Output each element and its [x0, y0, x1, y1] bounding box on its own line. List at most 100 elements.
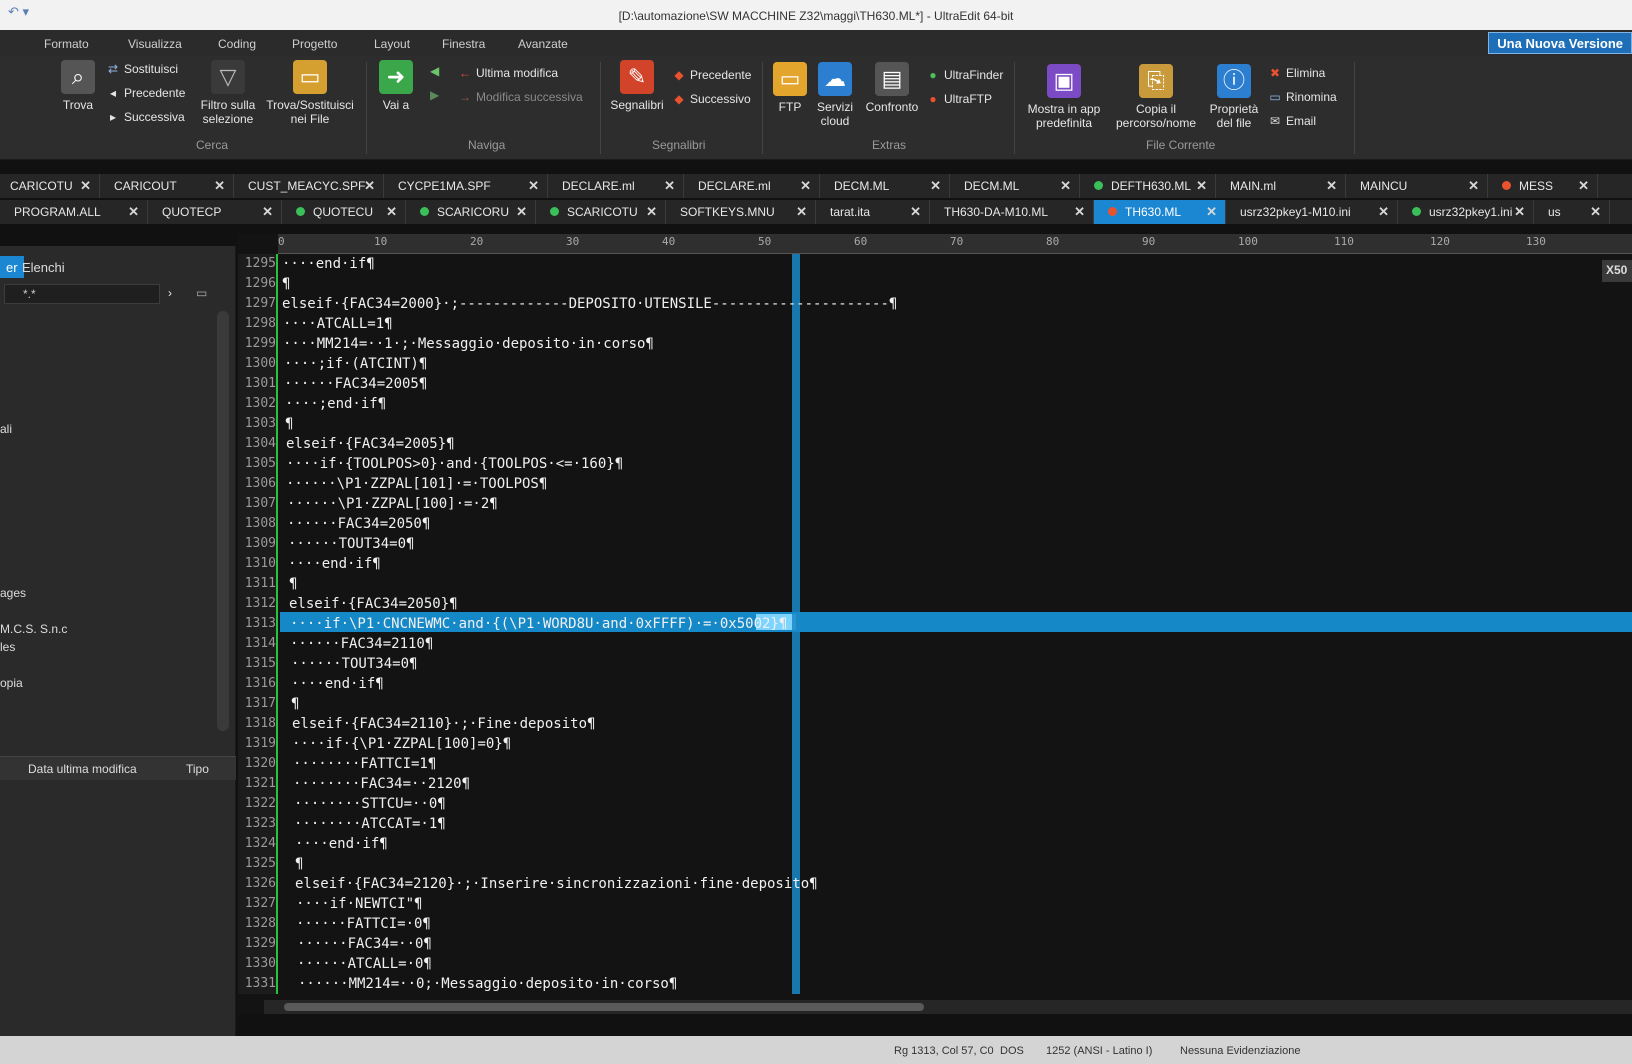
file-properties-button[interactable]: ⓘ Proprietà del file [1204, 64, 1264, 130]
code-line[interactable]: elseif·{FAC34=2000}·;-------------DEPOSI… [282, 296, 897, 312]
code-line[interactable]: ····ATCALL=1¶ [283, 316, 393, 332]
close-tab-icon[interactable]: ✕ [364, 178, 375, 194]
tab-softkeys-mnu[interactable]: SOFTKEYS.MNU ✕ [666, 200, 816, 224]
bookmarks-button[interactable]: ✎ Segnalibri [606, 60, 668, 112]
close-tab-icon[interactable]: ✕ [664, 178, 675, 194]
tab-usrz32pkey1-m10-ini[interactable]: usrz32pkey1-M10.ini ✕ [1226, 200, 1398, 224]
find-previous-button[interactable]: ◂ Precedente [106, 86, 185, 100]
tab-th630-da-m10-ml[interactable]: TH630-DA-M10.ML ✕ [930, 200, 1094, 224]
code-line[interactable]: ····;end·if¶ [285, 396, 386, 412]
tab-scaricotu[interactable]: SCARICOTU ✕ [536, 200, 666, 224]
tab-mess[interactable]: MESS ✕ [1488, 174, 1598, 198]
column-date-modified[interactable]: Data ultima modifica [28, 762, 137, 776]
tab-program-all[interactable]: PROGRAM.ALL ✕ [0, 200, 148, 224]
code-line[interactable]: ····if·{\P1·ZZPAL[100]=0}¶ [292, 736, 511, 752]
find-replace-files-button[interactable]: ▭ Trova/Sostituisci nei File [262, 60, 358, 126]
horizontal-scrollbar[interactable] [264, 1000, 1632, 1014]
close-tab-icon[interactable]: ✕ [80, 178, 91, 194]
close-tab-icon[interactable]: ✕ [1378, 204, 1389, 220]
close-tab-icon[interactable]: ✕ [796, 204, 807, 220]
code-line[interactable]: ········STTCU=··0¶ [294, 796, 446, 812]
close-tab-icon[interactable]: ✕ [1468, 178, 1479, 194]
code-line[interactable]: ······TOUT34=0¶ [291, 656, 417, 672]
close-tab-icon[interactable]: ✕ [516, 204, 527, 220]
ftp-button[interactable]: ▭ FTP [770, 62, 810, 114]
code-line[interactable]: ······ATCALL=·0¶ [297, 956, 432, 972]
code-line[interactable]: ······FAC34=2050¶ [287, 516, 430, 532]
menu-finestra[interactable]: Finestra [442, 37, 485, 51]
close-tab-icon[interactable]: ✕ [646, 204, 657, 220]
menu-progetto[interactable]: Progetto [292, 37, 337, 51]
scrollbar-thumb[interactable] [284, 1003, 924, 1011]
code-line[interactable]: ········ATCCAT=·1¶ [294, 816, 446, 832]
menu-coding[interactable]: Coding [218, 37, 256, 51]
code-line[interactable]: ····end·if¶ [288, 556, 381, 572]
close-tab-icon[interactable]: ✕ [1578, 178, 1589, 194]
close-tab-icon[interactable]: ✕ [214, 178, 225, 194]
code-line[interactable]: ····if·NEWTCI"¶ [296, 896, 422, 912]
code-line[interactable]: ····;if·(ATCINT)¶ [284, 356, 427, 372]
close-tab-icon[interactable]: ✕ [930, 178, 941, 194]
code-line[interactable]: ······MM214=··0;·Messaggio·deposito·in·c… [298, 976, 677, 992]
close-tab-icon[interactable]: ✕ [1060, 178, 1071, 194]
code-line[interactable]: elseif·{FAC34=2005}¶ [286, 436, 455, 452]
code-line[interactable]: elseif·{FAC34=2110}·;·Fine·deposito¶ [292, 716, 595, 732]
tree-item[interactable]: ali [0, 422, 12, 436]
bookmark-next-button[interactable]: ◆ Successivo [672, 92, 750, 106]
close-tab-icon[interactable]: ✕ [1514, 204, 1525, 220]
nav-forward-icon[interactable]: ▶ [430, 88, 439, 102]
code-line[interactable]: ······FAC34=2005¶ [284, 376, 427, 392]
tree-item[interactable]: les [0, 640, 15, 654]
tab-us[interactable]: us ✕ [1534, 200, 1610, 224]
delete-file-button[interactable]: ✖ Elimina [1268, 66, 1325, 80]
code-line[interactable]: ········FAC34=··2120¶ [293, 776, 470, 792]
tab-caricotu[interactable]: CARICOTU ✕ [0, 174, 100, 198]
goto-button[interactable]: ➜ Vai a [376, 60, 416, 112]
code-line[interactable]: ¶ [295, 856, 303, 872]
tab-quotecp[interactable]: QUOTECP ✕ [148, 200, 282, 224]
copy-path-button[interactable]: ⎘ Copia il percorso/nome [1110, 64, 1202, 130]
new-version-banner[interactable]: Una Nuova Versione [1488, 32, 1632, 54]
code-line[interactable]: ····if·\P1·CNCNEWMC·and·{(\P1·WORD8U·and… [290, 616, 787, 632]
tree-item[interactable]: opia [0, 676, 23, 690]
close-tab-icon[interactable]: ✕ [1590, 204, 1601, 220]
menu-avanzate[interactable]: Avanzate [518, 37, 568, 51]
code-line[interactable]: ········FATTCI=1¶ [293, 756, 436, 772]
tab-scaricoru[interactable]: SCARICORU ✕ [406, 200, 536, 224]
cloud-services-button[interactable]: ☁ Servizi cloud [812, 62, 858, 128]
panel-tab-elenchi[interactable]: Elenchi [16, 256, 71, 278]
tree-item[interactable]: ages [0, 586, 26, 600]
code-line[interactable]: ······\P1·ZZPAL[100]·=·2¶ [287, 496, 498, 512]
tab-decm-ml[interactable]: DECM.ML ✕ [950, 174, 1080, 198]
close-tab-icon[interactable]: ✕ [386, 204, 397, 220]
tab-usrz32pkey1-ini[interactable]: usrz32pkey1.ini ✕ [1398, 200, 1534, 224]
close-tab-icon[interactable]: ✕ [262, 204, 273, 220]
tree-item[interactable]: M.C.S. S.n.c [0, 622, 67, 636]
last-edit-button[interactable]: ← Ultima modifica [458, 66, 558, 80]
find-next-button[interactable]: ▸ Successiva [106, 110, 185, 124]
tab-declare-ml[interactable]: DECLARE.ml ✕ [548, 174, 684, 198]
compare-button[interactable]: ▤ Confronto [860, 62, 924, 114]
close-tab-icon[interactable]: ✕ [910, 204, 921, 220]
code-line[interactable]: ····end·if¶ [282, 256, 375, 272]
close-tab-icon[interactable]: ✕ [128, 204, 139, 220]
tab-maincu[interactable]: MAINCU ✕ [1346, 174, 1488, 198]
code-line[interactable]: ¶ [289, 576, 297, 592]
rename-file-button[interactable]: ▭ Rinomina [1268, 90, 1336, 104]
close-tab-icon[interactable]: ✕ [1206, 204, 1217, 220]
code-line[interactable]: ····MM214=··1·;·Messaggio·deposito·in·co… [283, 336, 654, 352]
code-line[interactable]: ······\P1·ZZPAL[101]·=·TOOLPOS¶ [286, 476, 547, 492]
code-line[interactable]: ······FAC34=··0¶ [297, 936, 432, 952]
replace-button[interactable]: ⇄ Sostituisci [106, 62, 178, 76]
code-editor[interactable]: 0 10 20 30 40 50 60 70 80 90 100 110 120 130 1295 1296… [238, 234, 1632, 1014]
code-line[interactable]: ¶ [282, 276, 290, 292]
column-type[interactable]: Tipo [186, 762, 209, 776]
ultraftp-button[interactable]: ● UltraFTP [926, 92, 992, 106]
code-line[interactable]: elseif·{FAC34=2050}¶ [289, 596, 458, 612]
code-line[interactable]: ······FATTCI=·0¶ [296, 916, 431, 932]
code-line[interactable]: elseif·{FAC34=2120}·;·Inserire·sincroniz… [295, 876, 818, 892]
tab-decm-ml[interactable]: DECM.ML ✕ [820, 174, 950, 198]
line-ending[interactable]: DOS [1000, 1045, 1024, 1057]
menu-layout[interactable]: Layout [374, 37, 410, 51]
code-line[interactable]: ¶ [285, 416, 293, 432]
